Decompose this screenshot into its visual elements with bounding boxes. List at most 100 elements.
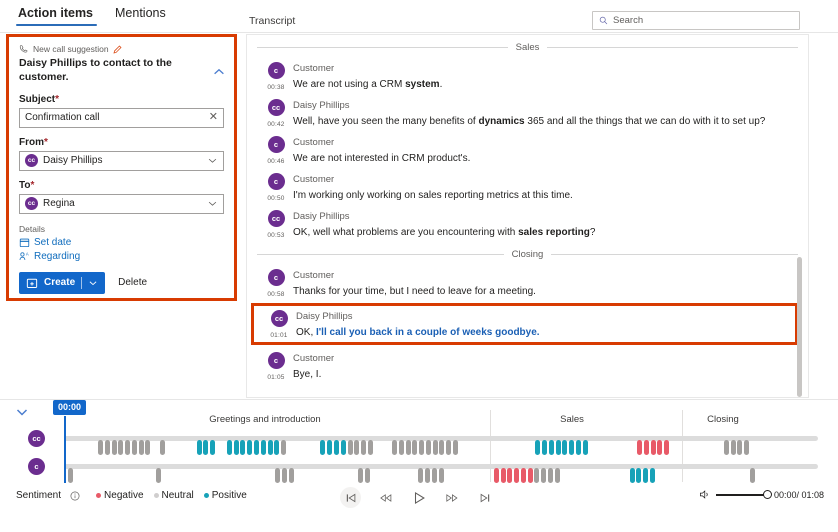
sentiment-dot [97, 440, 103, 455]
customer-track-row[interactable]: c [0, 455, 838, 483]
skip-to-end-button[interactable] [476, 490, 493, 505]
search-input[interactable]: Search [592, 11, 800, 30]
subject-input[interactable]: Confirmation call ✕ [19, 107, 224, 128]
skip-to-start-button[interactable] [340, 487, 361, 508]
info-icon[interactable] [70, 491, 80, 501]
fast-forward-button[interactable] [443, 490, 460, 505]
sentiment-dot [398, 440, 404, 455]
sentiment-dot [657, 440, 663, 455]
agent-track-line[interactable] [64, 436, 818, 455]
speaker-name: Customer [293, 63, 335, 74]
sentiment-dot [425, 440, 431, 455]
skip-start-icon [346, 493, 355, 502]
play-button[interactable] [410, 490, 427, 505]
sentiment-dot [418, 468, 424, 483]
transcript-message[interactable]: c 00:50 Customer I'm working only workin… [247, 168, 808, 205]
avatar: c [267, 352, 285, 369]
segment-label-closing: Closing [707, 414, 739, 425]
sentiment-dot [391, 440, 397, 455]
skip-end-icon [480, 493, 489, 502]
sentiment-dot [629, 468, 635, 483]
avatar: c [267, 136, 285, 153]
legend-items: Negative Neutral Positive [96, 490, 247, 501]
playhead-line[interactable] [64, 416, 66, 483]
delete-button[interactable]: Delete [118, 277, 147, 288]
speaker-name: Customer [293, 270, 335, 281]
sentiment-dot [514, 468, 520, 483]
sentiment-dot [548, 468, 554, 483]
sentiment-dot [364, 468, 370, 483]
chevron-down-icon[interactable] [207, 198, 218, 209]
customer-track-line[interactable] [64, 464, 818, 483]
message-meta: c 00:38 [259, 62, 293, 91]
sentiment-dot [548, 440, 554, 455]
calendar-add-icon [26, 278, 38, 288]
text-segment: ? [589, 227, 596, 238]
sentiment-dot [419, 440, 425, 455]
sentiment-dot [275, 468, 281, 483]
sentiment-dot [432, 440, 438, 455]
pencil-icon[interactable] [113, 44, 122, 54]
chevron-down-icon[interactable] [88, 278, 98, 288]
transcript-message[interactable]: c 01:05 Customer Bye, I. [247, 347, 808, 384]
legend-negative-label: Negative [104, 490, 144, 501]
transcript-scrollbar[interactable] [797, 257, 802, 397]
sentiment-dot [281, 468, 287, 483]
call-intelligence-app: Action items Mentions Transcript Search … [0, 0, 838, 532]
divider-line [257, 47, 508, 48]
fast-forward-icon [445, 493, 458, 502]
suggestion-label: New call suggestion [33, 44, 109, 54]
message-text: Bye, I. [293, 368, 798, 381]
speaker-name: Dasiy Phillips [293, 211, 350, 222]
segment-label-row: Greetings and introduction Sales Closing [0, 414, 838, 428]
details-label: Details [19, 223, 45, 234]
volume-icon[interactable] [699, 489, 710, 500]
svg-text:A: A [26, 251, 29, 256]
chevron-up-icon[interactable] [212, 65, 226, 79]
sentiment-dot [643, 468, 649, 483]
section-name: Closing [511, 249, 544, 260]
sentiment-dot [534, 468, 540, 483]
sentiment-dot [288, 468, 294, 483]
tab-mentions[interactable]: Mentions [107, 0, 180, 28]
transcript-message-highlighted[interactable]: cc 01:01 Daisy Phillips OK, I'll call yo… [251, 303, 798, 345]
avatar: c [267, 173, 285, 190]
sentiment-dot [405, 440, 411, 455]
transcript-message[interactable]: c 00:58 Customer Thanks for your time, b… [247, 264, 808, 301]
text-segment: We are not using a CRM [293, 79, 406, 90]
regarding-link[interactable]: A Regarding [19, 251, 224, 262]
agent-track-row[interactable]: cc [0, 427, 838, 455]
set-date-link[interactable]: Set date [19, 237, 224, 248]
transcript-message[interactable]: cc 00:53 Dasiy Phillips OK, well what pr… [247, 205, 808, 242]
chevron-down-icon[interactable] [207, 155, 218, 166]
sentiment-dot [723, 440, 729, 455]
sentiment-dot [159, 440, 165, 455]
avatar: c [267, 269, 285, 286]
transcript-message[interactable]: cc 00:42 Daisy Phillips Well, have you s… [247, 94, 808, 131]
tab-action-items[interactable]: Action items [10, 0, 107, 28]
volume-slider[interactable] [715, 489, 772, 499]
transcript-message[interactable]: c 00:38 Customer We are not using a CRM … [247, 57, 808, 94]
rewind-button[interactable] [377, 490, 394, 505]
volume-area: 00:00/ 01:08 [699, 489, 824, 500]
sentiment-dot [744, 440, 750, 455]
timestamp: 00:46 [267, 158, 285, 165]
to-input[interactable]: cc Regina [19, 193, 224, 214]
close-icon[interactable]: ✕ [209, 112, 218, 123]
sentiment-dot [233, 440, 239, 455]
volume-slider-knob[interactable] [762, 489, 772, 499]
sentiment-dot [493, 468, 499, 483]
create-button[interactable]: Create [19, 271, 106, 294]
legend-dot-icon [96, 493, 102, 498]
avatar: cc [25, 154, 38, 168]
subject-value: Confirmation call [25, 112, 100, 124]
sentiment-dot [750, 468, 756, 483]
sentiment-dot [649, 468, 655, 483]
legend-neutral: Neutral [153, 490, 194, 501]
sentiment-dot [507, 468, 513, 483]
message-text: Well, have you seen the many benefits of… [293, 115, 798, 128]
transcript-message[interactable]: c 00:46 Customer We are not interested i… [247, 131, 808, 168]
from-input[interactable]: cc Daisy Phillips [19, 150, 224, 171]
legend-dot-icon [153, 493, 159, 498]
transcript-panel[interactable]: Sales c 00:38 Customer We are not using … [246, 34, 809, 398]
